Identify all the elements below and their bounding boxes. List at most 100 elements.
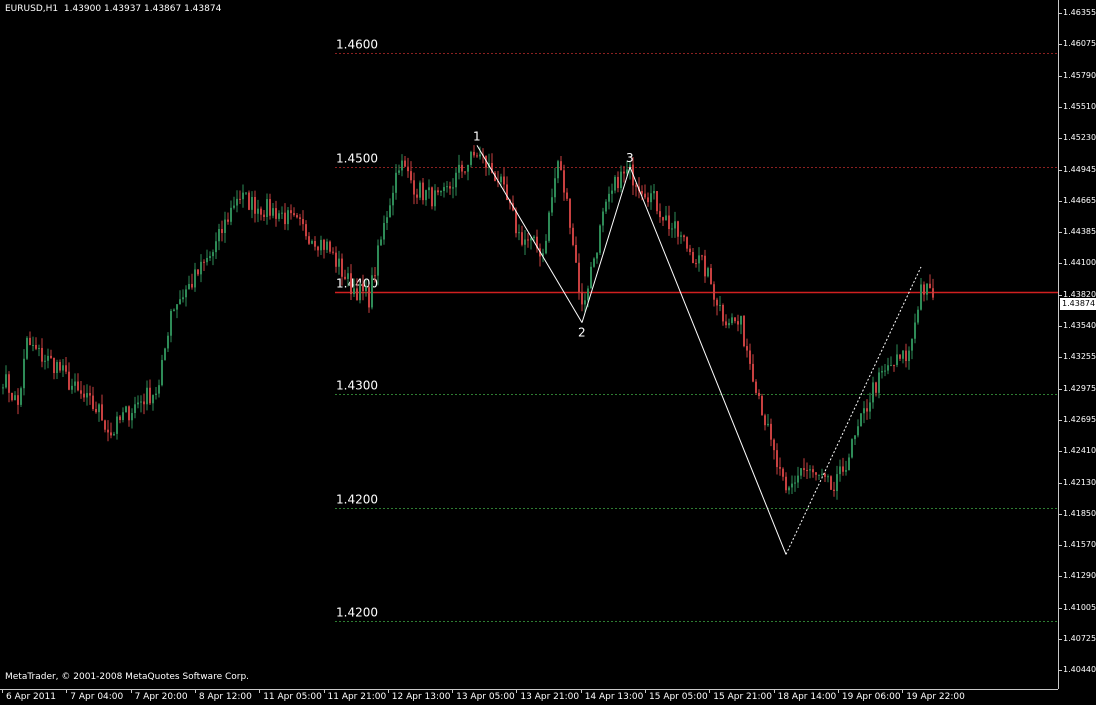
- candle-body: [368, 287, 370, 308]
- time-tick: [452, 690, 454, 693]
- price-tick: [1059, 670, 1062, 672]
- candle-body: [260, 208, 262, 215]
- candle-body: [806, 470, 808, 472]
- candle-body: [755, 381, 757, 393]
- candle-body: [827, 476, 829, 478]
- price-tick-label: 1.40725: [1063, 634, 1096, 643]
- time-tick-label: 18 Apr 14:00: [777, 692, 837, 702]
- candle-body: [599, 225, 601, 253]
- time-tick-label: 12 Apr 13:00: [391, 692, 451, 702]
- candle-body: [836, 474, 838, 492]
- candle-body: [179, 299, 181, 305]
- price-tick-label: 1.43255: [1063, 352, 1096, 362]
- time-tick: [902, 690, 904, 693]
- candle-body: [692, 252, 694, 264]
- price-tick-label: 1.44100: [1063, 258, 1096, 268]
- candle-body: [224, 219, 226, 234]
- candle-body: [176, 304, 178, 310]
- candle-body: [314, 241, 316, 247]
- candle-body: [932, 288, 934, 298]
- candle-body: [104, 420, 106, 430]
- candle-body: [365, 287, 367, 292]
- candle-body: [593, 258, 595, 267]
- candle-body: [8, 374, 10, 393]
- price-tick-label: 1.44945: [1063, 164, 1096, 174]
- candle-body: [647, 197, 649, 203]
- candle-body: [866, 408, 868, 412]
- candle-body: [431, 187, 433, 207]
- time-axis[interactable]: 6 Apr 2011 7 Apr 04:00 7 Apr 20:00 8 Apr 12…: [0, 689, 1058, 705]
- price-tick: [1059, 451, 1062, 453]
- candle-body: [686, 237, 688, 249]
- price-axis[interactable]: 1.46355 1.46075 1.45790 1.45510 1.45230 1.449…: [1058, 0, 1096, 689]
- pattern-label-3: 3: [626, 151, 634, 165]
- candle-body: [464, 171, 466, 173]
- candle-body: [815, 472, 817, 475]
- candle-body: [737, 321, 739, 325]
- candle-body: [92, 395, 94, 409]
- candle-body: [467, 164, 469, 172]
- candle-body: [242, 192, 244, 200]
- candle-body: [182, 297, 184, 300]
- chart-area[interactable]: 1.4600 1.4500 1.4400 1.4300 1.4200 1.4200 1 2 3 …: [0, 0, 1058, 689]
- candle-body: [677, 221, 679, 237]
- price-tick: [1059, 44, 1062, 46]
- candle-body: [110, 432, 112, 436]
- candle-body: [449, 186, 451, 189]
- candle-body: [41, 347, 43, 362]
- candle-body: [839, 466, 841, 475]
- price-tick-label: 1.40440: [1063, 665, 1096, 675]
- current-price-badge: 1.43874: [1060, 297, 1096, 310]
- candle-body: [326, 241, 328, 250]
- price-chart[interactable]: 1.46001.45001.44001.43001.42001.4200123: [0, 0, 1058, 689]
- candle-body: [470, 151, 472, 165]
- candle-body: [797, 475, 799, 483]
- price-tick: [1059, 138, 1062, 140]
- time-tick-label: 19 Apr 22:00: [906, 692, 965, 702]
- candle-body: [452, 187, 454, 189]
- candle-body: [83, 393, 85, 398]
- candle-body: [821, 473, 823, 475]
- candle-body: [650, 193, 652, 203]
- candle-body: [422, 182, 424, 201]
- candle-body: [887, 365, 889, 371]
- candle-body: [575, 244, 577, 263]
- time-tick: [580, 690, 582, 693]
- candle-body: [524, 239, 526, 245]
- candle-body: [479, 154, 481, 157]
- candle-body: [872, 382, 874, 403]
- candle-body: [518, 232, 520, 234]
- candle-body: [587, 288, 589, 301]
- candle-body: [458, 164, 460, 173]
- candle-body: [311, 241, 313, 244]
- candle-body: [254, 196, 256, 214]
- candle-body: [521, 232, 523, 245]
- candle-body: [698, 255, 700, 264]
- candle-body: [329, 241, 331, 252]
- pattern-line-3: [785, 266, 922, 555]
- candle-body: [743, 315, 745, 347]
- candle-body: [386, 217, 388, 223]
- candle-body: [707, 268, 709, 277]
- time-tick: [2, 690, 3, 693]
- candle-body: [860, 413, 862, 427]
- time-tick: [259, 690, 261, 693]
- candle-body: [545, 240, 547, 254]
- candle-body: [794, 482, 796, 484]
- time-tick: [130, 690, 132, 693]
- candle-body: [437, 190, 439, 193]
- candle-body: [11, 392, 13, 401]
- candle-body: [503, 176, 505, 185]
- candle-body: [659, 211, 661, 218]
- candle-body: [56, 362, 58, 374]
- candle-body: [218, 229, 220, 242]
- candle-body: [713, 284, 715, 300]
- candle-body: [74, 381, 76, 386]
- candle-body: [14, 395, 16, 401]
- candle-body: [434, 190, 436, 207]
- time-tick-label: 13 Apr 05:00: [456, 692, 515, 702]
- level-label-3: 1.4300: [336, 379, 378, 393]
- candle-body: [71, 385, 73, 390]
- price-tick-label: 1.44385: [1063, 227, 1096, 237]
- candle-body: [2, 387, 4, 389]
